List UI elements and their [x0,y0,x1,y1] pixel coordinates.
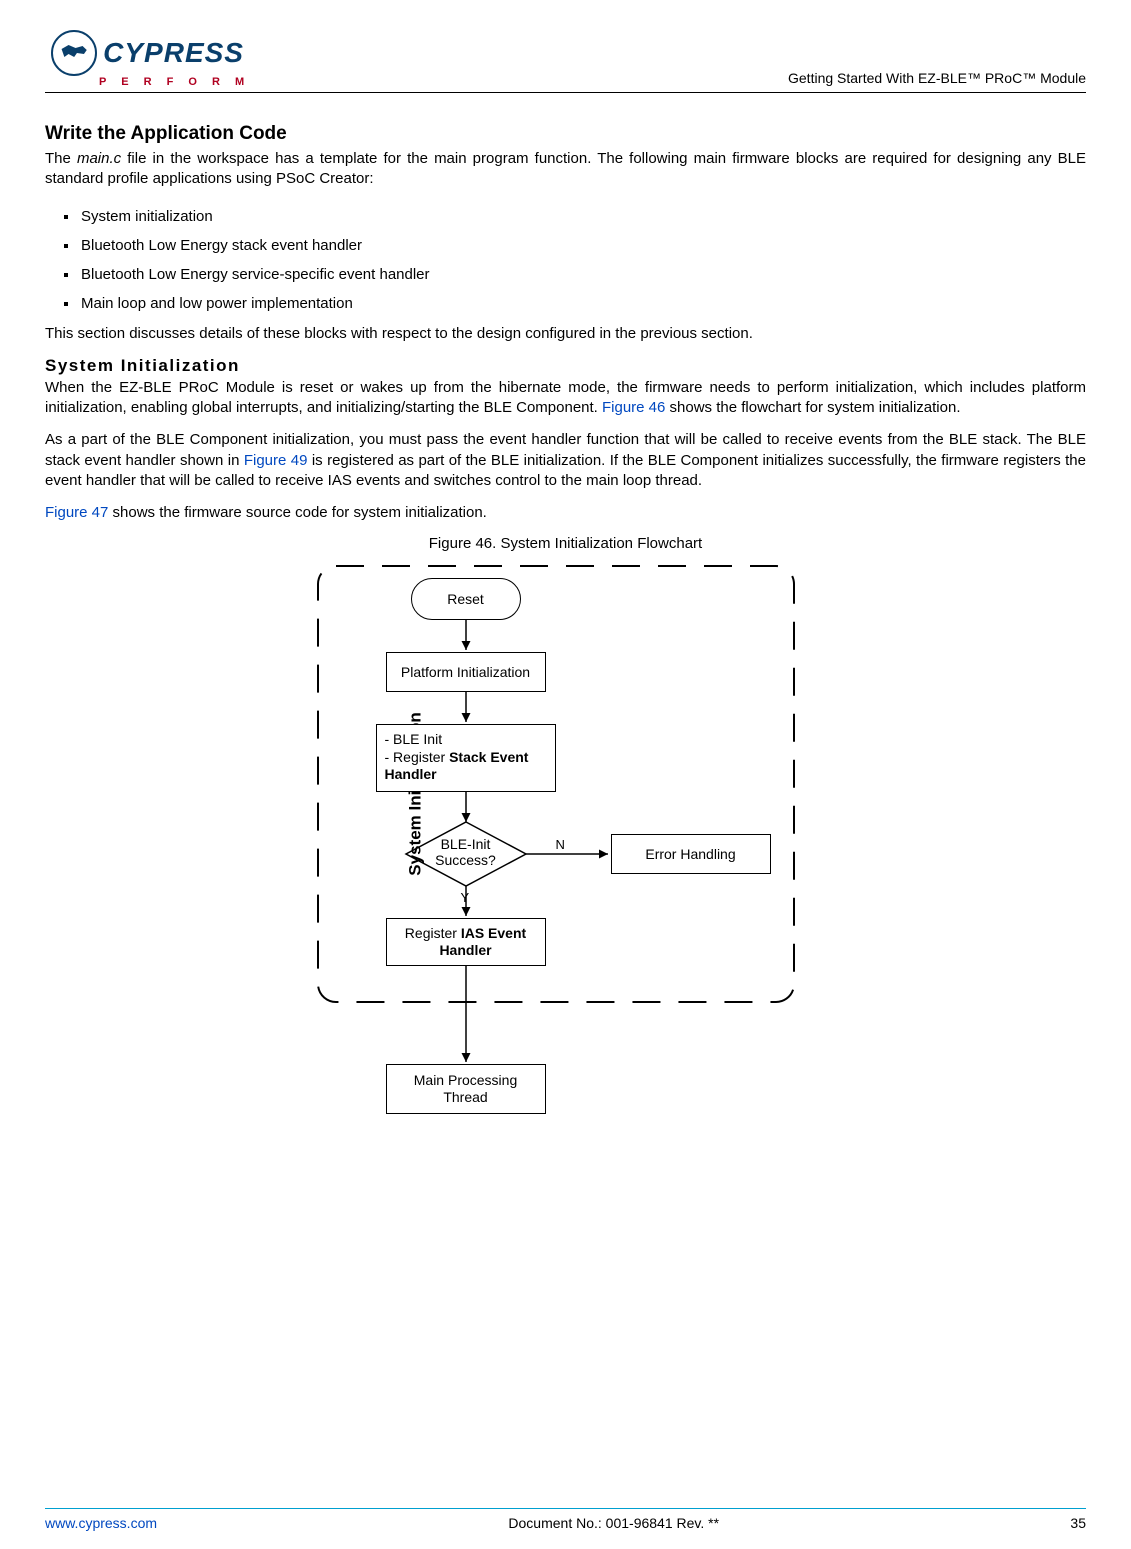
requirements-list: System initialization Bluetooth Low Ener… [45,202,1086,318]
figure-ref[interactable]: Figure 47 [45,504,108,521]
flow-box-main-thread: Main Processing Thread [386,1064,546,1114]
figure-ref[interactable]: Figure 49 [244,452,308,469]
footer-url[interactable]: www.cypress.com [45,1515,157,1531]
text: file in the workspace has a template for… [45,150,1086,187]
doc-title: Getting Started With EZ-BLE™ PRoC™ Modul… [788,70,1086,88]
text: - Register [385,749,450,765]
brand-name: CYPRESS [103,37,244,69]
figure-ref[interactable]: Figure 46 [602,399,665,416]
list-item: Bluetooth Low Energy stack event handler [79,231,1086,260]
logo: CYPRESS P E R F O R M [45,30,250,88]
flow-label-no: N [556,837,565,852]
section-title: Write the Application Code [45,123,1086,145]
flow-box-error-handling: Error Handling [611,834,771,874]
subsection-title: System Initialization [45,356,1086,376]
flow-decision-ble-success: BLE-Init Success? [416,836,516,868]
flow-box-ble-init: - BLE Init - Register Stack Event Handle… [376,724,556,792]
list-item: Main loop and low power implementation [79,289,1086,318]
section-intro: The main.c file in the workspace has a t… [45,149,1086,190]
page-header: CYPRESS P E R F O R M Getting Started Wi… [45,30,1086,93]
text: - Register Stack Event Handler [385,749,547,784]
list-item: Bluetooth Low Energy service-specific ev… [79,260,1086,289]
text: shows the firmware source code for syste… [108,504,486,521]
page-footer: www.cypress.com Document No.: 001-96841 … [45,1508,1086,1531]
subsection-p3: Figure 47 shows the firmware source code… [45,503,1086,523]
flow-label-yes: Y [461,890,470,905]
section-after-list: This section discusses details of these … [45,324,1086,344]
text: shows the flowchart for system initializ… [665,399,960,416]
flow-box-platform-init: Platform Initialization [386,652,546,692]
text: Register [405,925,461,941]
text: - BLE Init [385,731,547,749]
footer-docno: Document No.: 001-96841 Rev. ** [508,1515,719,1531]
logo-globe-icon [51,30,97,76]
filename: main.c [77,150,121,167]
text: The [45,150,77,167]
brand-tagline: P E R F O R M [99,76,250,88]
flow-box-register-ias: Register IAS Event Handler [386,918,546,966]
footer-page: 35 [1070,1515,1086,1531]
figure-caption: Figure 46. System Initialization Flowcha… [45,535,1086,552]
subsection-p2: As a part of the BLE Component initializ… [45,430,1086,491]
flowchart: System Initialization Reset Platform Ini… [316,564,816,1174]
list-item: System initialization [79,202,1086,231]
subsection-p1: When the EZ-BLE PRoC Module is reset or … [45,378,1086,419]
flow-terminator-reset: Reset [411,578,521,620]
